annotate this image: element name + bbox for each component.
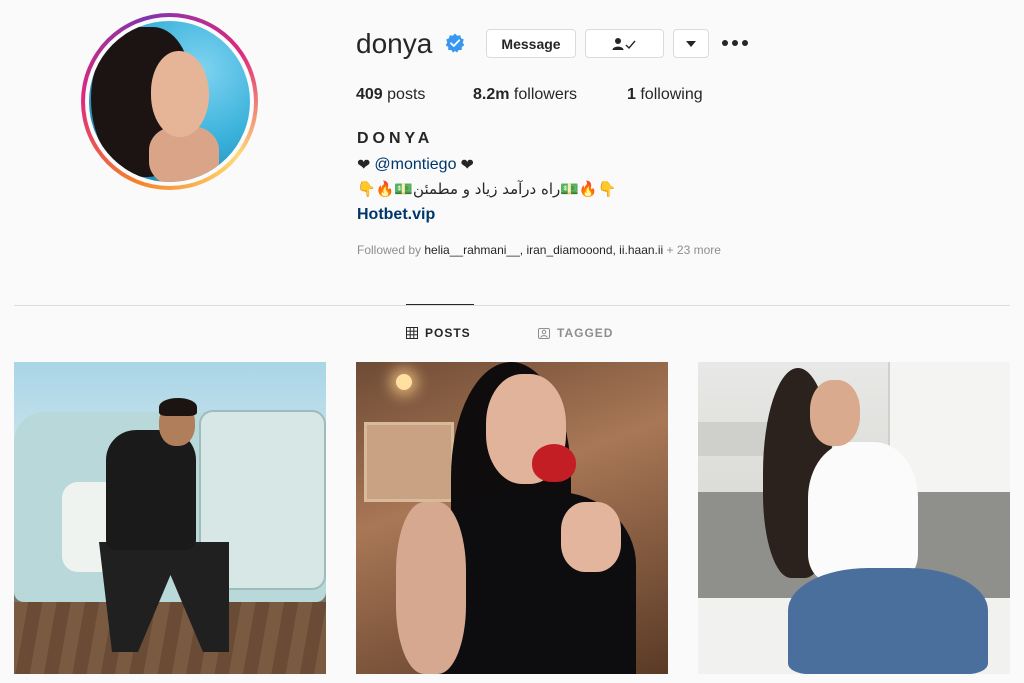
post-photo-hand <box>561 502 621 572</box>
post-photo-arm <box>396 502 466 674</box>
tag-person-icon <box>538 328 550 339</box>
post-photo-man-hair <box>159 398 197 416</box>
avatar-gap <box>85 17 254 186</box>
suggested-dropdown-button[interactable] <box>673 29 709 58</box>
profile-full-name: DONYA <box>357 130 434 147</box>
person-check-icon <box>612 37 636 50</box>
heart-icon: ❤ <box>357 157 371 174</box>
profile-username: donya <box>356 28 433 59</box>
following-button[interactable] <box>585 29 664 58</box>
stat-following[interactable]: 1 following <box>627 86 703 104</box>
more-horizontal-icon <box>742 40 748 46</box>
verified-badge-icon <box>445 33 465 53</box>
tab-posts-label: POSTS <box>425 326 471 340</box>
profile-avatar-ring[interactable] <box>81 13 258 190</box>
following-count: 1 <box>627 86 636 103</box>
message-button[interactable]: Message <box>486 29 576 58</box>
followed-by-prefix: Followed by <box>357 243 422 257</box>
more-horizontal-icon <box>722 40 728 46</box>
bio-website-link[interactable]: Hotbet.vip <box>357 206 435 224</box>
post-photo-hood <box>698 422 768 456</box>
tab-posts[interactable]: POSTS <box>406 326 471 340</box>
active-tab-indicator <box>406 304 474 305</box>
followed-by-more: + 23 more <box>666 243 721 257</box>
tabs-divider <box>14 305 1010 306</box>
post-photo-floor <box>14 602 326 674</box>
avatar[interactable] <box>89 21 250 182</box>
tab-tagged[interactable]: TAGGED <box>538 326 613 340</box>
tab-tagged-label: TAGGED <box>557 326 614 340</box>
stat-followers[interactable]: 8.2m followers <box>473 86 577 104</box>
bio-persian-text: 👇🔥💵راه درآمد زیاد و مطمئن💵🔥👇 <box>357 180 617 198</box>
post-photo-face <box>810 380 860 446</box>
more-horizontal-icon <box>732 40 738 46</box>
bio-line-1: ❤ @montiego ❤ <box>357 155 474 175</box>
posts-label: posts <box>387 86 426 103</box>
more-options-button[interactable] <box>722 32 748 54</box>
bio-mention-link[interactable]: @montiego <box>374 156 456 174</box>
followed-by[interactable]: Followed by helia__rahmani__, iran_diamo… <box>357 243 721 257</box>
caret-down-icon <box>686 40 696 47</box>
post-photo-lamp <box>396 374 412 390</box>
post-photo-top <box>808 442 918 582</box>
followed-by-names: helia__rahmani__, iran_diamooond, ii.haa… <box>424 243 664 257</box>
post-photo-man-body <box>106 430 196 550</box>
avatar-face <box>151 51 209 137</box>
post-photo-frame <box>364 422 454 502</box>
bio-line-2: 👇🔥💵راه درآمد زیاد و مطمئن💵🔥👇 <box>357 180 616 198</box>
grid-icon <box>406 327 418 339</box>
following-label: following <box>640 86 703 103</box>
stat-posts: 409 posts <box>356 86 425 104</box>
post-photo-jeans <box>788 568 988 674</box>
followers-count: 8.2m <box>473 86 510 103</box>
post-thumbnail[interactable] <box>356 362 668 674</box>
post-thumbnail[interactable] <box>698 362 1010 674</box>
posts-count: 409 <box>356 86 383 103</box>
post-thumbnail[interactable] <box>14 362 326 674</box>
post-photo-rose <box>532 444 576 482</box>
heart-icon: ❤ <box>460 157 474 174</box>
followers-label: followers <box>513 86 578 103</box>
